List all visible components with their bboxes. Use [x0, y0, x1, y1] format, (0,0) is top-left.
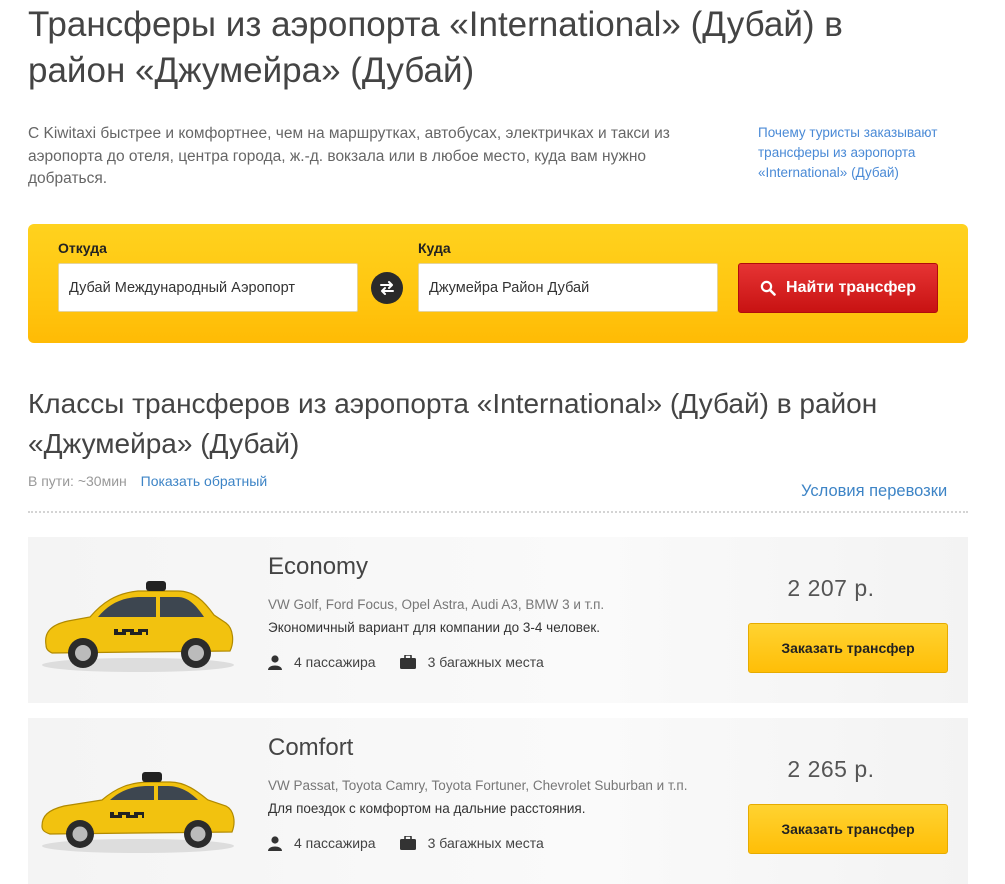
- classes-section-title: Классы трансферов из аэропорта «Internat…: [28, 388, 878, 459]
- find-transfer-button[interactable]: Найти трансфер: [738, 263, 938, 313]
- luggage-count: 3 багажных места: [427, 835, 544, 851]
- class-card-economy: Economy VW Golf, Ford Focus, Opel Astra,…: [28, 537, 968, 703]
- show-reverse-link[interactable]: Показать обратный: [141, 473, 268, 489]
- price: 2 207 р.: [787, 575, 875, 601]
- to-label: Куда: [418, 240, 451, 256]
- intro-text: С Kiwitaxi быстрее и комфортнее, чем на …: [28, 125, 670, 187]
- divider: [28, 511, 968, 513]
- swap-arrows-icon: [378, 279, 396, 297]
- class-name: Economy: [268, 553, 369, 580]
- hatchback-taxi-image: [38, 567, 238, 677]
- order-transfer-button[interactable]: Заказать трансфер: [748, 804, 948, 854]
- swap-button[interactable]: [371, 272, 403, 304]
- class-models: VW Golf, Ford Focus, Opel Astra, Audi A3…: [268, 597, 605, 612]
- why-tourists-link[interactable]: Почему туристы заказывают трансферы из а…: [758, 123, 968, 183]
- find-transfer-label: Найти трансфер: [786, 279, 916, 296]
- sedan-taxi-image: [38, 748, 238, 858]
- order-transfer-button[interactable]: Заказать трансфер: [748, 623, 948, 673]
- transport-conditions-link[interactable]: Условия перевозки: [801, 482, 947, 501]
- class-description: Для поездок с комфортом на дальние расст…: [268, 801, 586, 816]
- class-name: Comfort: [268, 734, 354, 761]
- from-label: Откуда: [58, 240, 107, 256]
- search-panel: Откуда Куда Найти трансфер: [28, 224, 968, 343]
- class-description: Экономичный вариант для компании до 3-4 …: [268, 620, 600, 635]
- to-input[interactable]: [418, 263, 718, 312]
- from-input[interactable]: [58, 263, 358, 312]
- capacity-info: 4 пассажира 3 багажных места: [268, 835, 544, 851]
- travel-time: В пути: ~30мин: [28, 473, 127, 489]
- page-title: Трансферы из аэропорта «International» (…: [28, 5, 843, 90]
- price: 2 265 р.: [787, 756, 875, 782]
- passengers-count: 4 пассажира: [294, 654, 376, 670]
- search-icon: [760, 280, 776, 296]
- luggage-icon: [399, 836, 416, 850]
- route-meta: В пути: ~30мин Показать обратный: [28, 473, 267, 489]
- passengers-count: 4 пассажира: [294, 835, 376, 851]
- luggage-icon: [399, 655, 416, 669]
- passenger-icon: [268, 654, 282, 670]
- capacity-info: 4 пассажира 3 багажных места: [268, 654, 544, 670]
- class-card-comfort: Comfort VW Passat, Toyota Camry, Toyota …: [28, 718, 968, 884]
- passenger-icon: [268, 835, 282, 851]
- class-models: VW Passat, Toyota Camry, Toyota Fortuner…: [268, 778, 688, 793]
- luggage-count: 3 багажных места: [427, 654, 544, 670]
